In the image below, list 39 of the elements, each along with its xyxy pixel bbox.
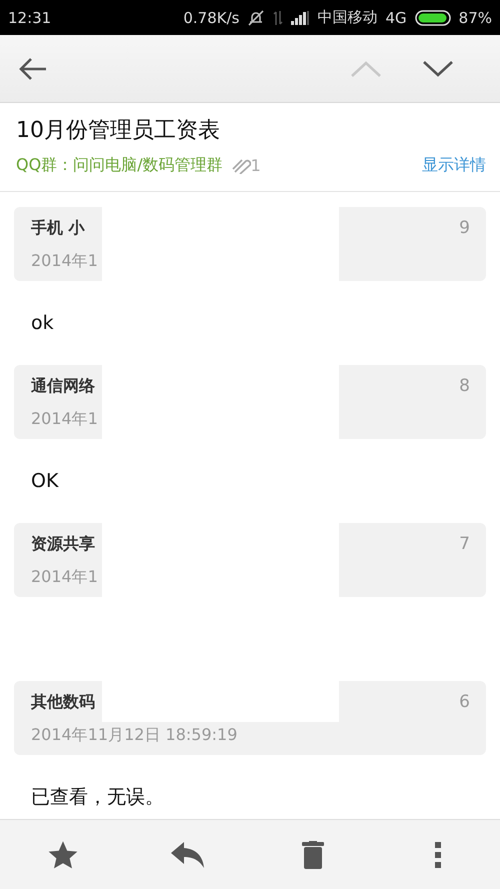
chevron-up-icon	[350, 60, 382, 78]
message-number: 6	[459, 692, 470, 714]
signal-icon	[291, 10, 310, 24]
data-arrows-icon	[273, 10, 284, 26]
paperclip-icon	[230, 158, 251, 174]
message-header[interactable]: 手机 小 2014年1 9	[14, 207, 486, 281]
reply-arrow-icon	[170, 840, 206, 868]
message-date: 2014年11月12日 18:59:19	[31, 725, 238, 746]
battery-percent: 87%	[458, 8, 492, 26]
trash-icon	[302, 840, 324, 868]
star-icon	[46, 840, 78, 870]
message-body: ok	[31, 312, 54, 334]
chevron-down-icon	[422, 60, 454, 78]
message-date: 2014年1	[31, 567, 98, 588]
message-number: 9	[459, 218, 470, 240]
message-date: 2014年1	[31, 409, 98, 430]
clock: 12:31	[8, 8, 52, 26]
network-type: 4G	[385, 8, 407, 26]
message-header[interactable]: 资源共享 2014年1 7	[14, 523, 486, 597]
network-speed: 0.78K/s	[183, 8, 240, 26]
sender-group: QQ群：问问电脑/数码管理群	[16, 155, 223, 176]
carrier-name: 中国移动	[317, 8, 378, 27]
mail-subject: 10月份管理员工资表	[16, 117, 221, 145]
message-body: OK	[31, 470, 58, 492]
message-body: 已查看，无误。	[31, 785, 164, 810]
more-icon	[434, 840, 442, 868]
sender-name: 其他数码	[31, 692, 96, 713]
message-date: 2014年1	[31, 251, 98, 272]
attachment-count: 1	[250, 156, 261, 175]
sender-name: 通信网络	[31, 376, 96, 397]
message-number: 7	[459, 534, 470, 556]
message-header[interactable]: 其他数码 2014年11月12日 18:59:19 6	[14, 681, 486, 755]
back-arrow-icon	[18, 56, 48, 80]
sender-name: 手机 小	[31, 218, 86, 239]
battery-icon	[414, 10, 451, 26]
sender-name: 资源共享	[31, 534, 96, 555]
message-number: 8	[459, 376, 470, 398]
muted-bell-icon	[247, 10, 266, 26]
message-header[interactable]: 通信网络 2014年1 8	[14, 365, 486, 439]
